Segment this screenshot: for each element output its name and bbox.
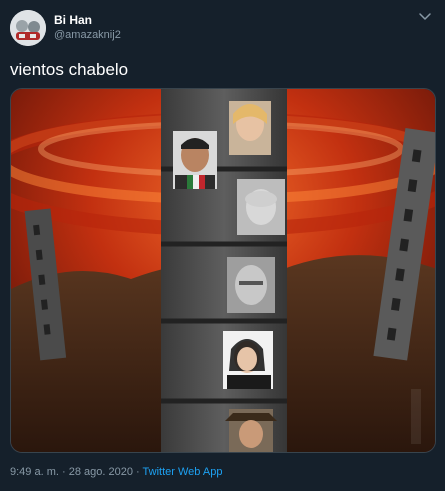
face-5 bbox=[223, 331, 273, 389]
meta-separator-2: · bbox=[136, 466, 140, 478]
tweet: Bi Han @amazaknij2 vientos chabelo 9:49 … bbox=[0, 0, 445, 491]
chevron-down-icon[interactable] bbox=[416, 10, 434, 24]
avatar-image bbox=[10, 10, 46, 46]
tweet-app-link[interactable]: Twitter Web App bbox=[143, 466, 223, 478]
tweet-text: vientos chabelo bbox=[10, 60, 129, 79]
meta-separator: · bbox=[61, 466, 66, 478]
face-4 bbox=[227, 257, 275, 313]
author-name[interactable]: Bi Han bbox=[54, 13, 92, 27]
tweet-image bbox=[11, 89, 435, 452]
avatar[interactable] bbox=[10, 10, 46, 46]
tweet-meta: 9:49 a. m. · 28 ago. 2020 · Twitter Web … bbox=[10, 466, 222, 478]
face-1 bbox=[229, 101, 271, 155]
author-handle[interactable]: @amazaknij2 bbox=[54, 29, 121, 41]
tweet-date[interactable]: 28 ago. 2020 bbox=[69, 466, 133, 478]
tweet-media[interactable] bbox=[10, 88, 436, 453]
tweet-time[interactable]: 9:49 a. m. bbox=[10, 466, 59, 478]
face-6 bbox=[225, 409, 277, 452]
face-2 bbox=[173, 131, 217, 189]
face-3 bbox=[237, 179, 285, 235]
